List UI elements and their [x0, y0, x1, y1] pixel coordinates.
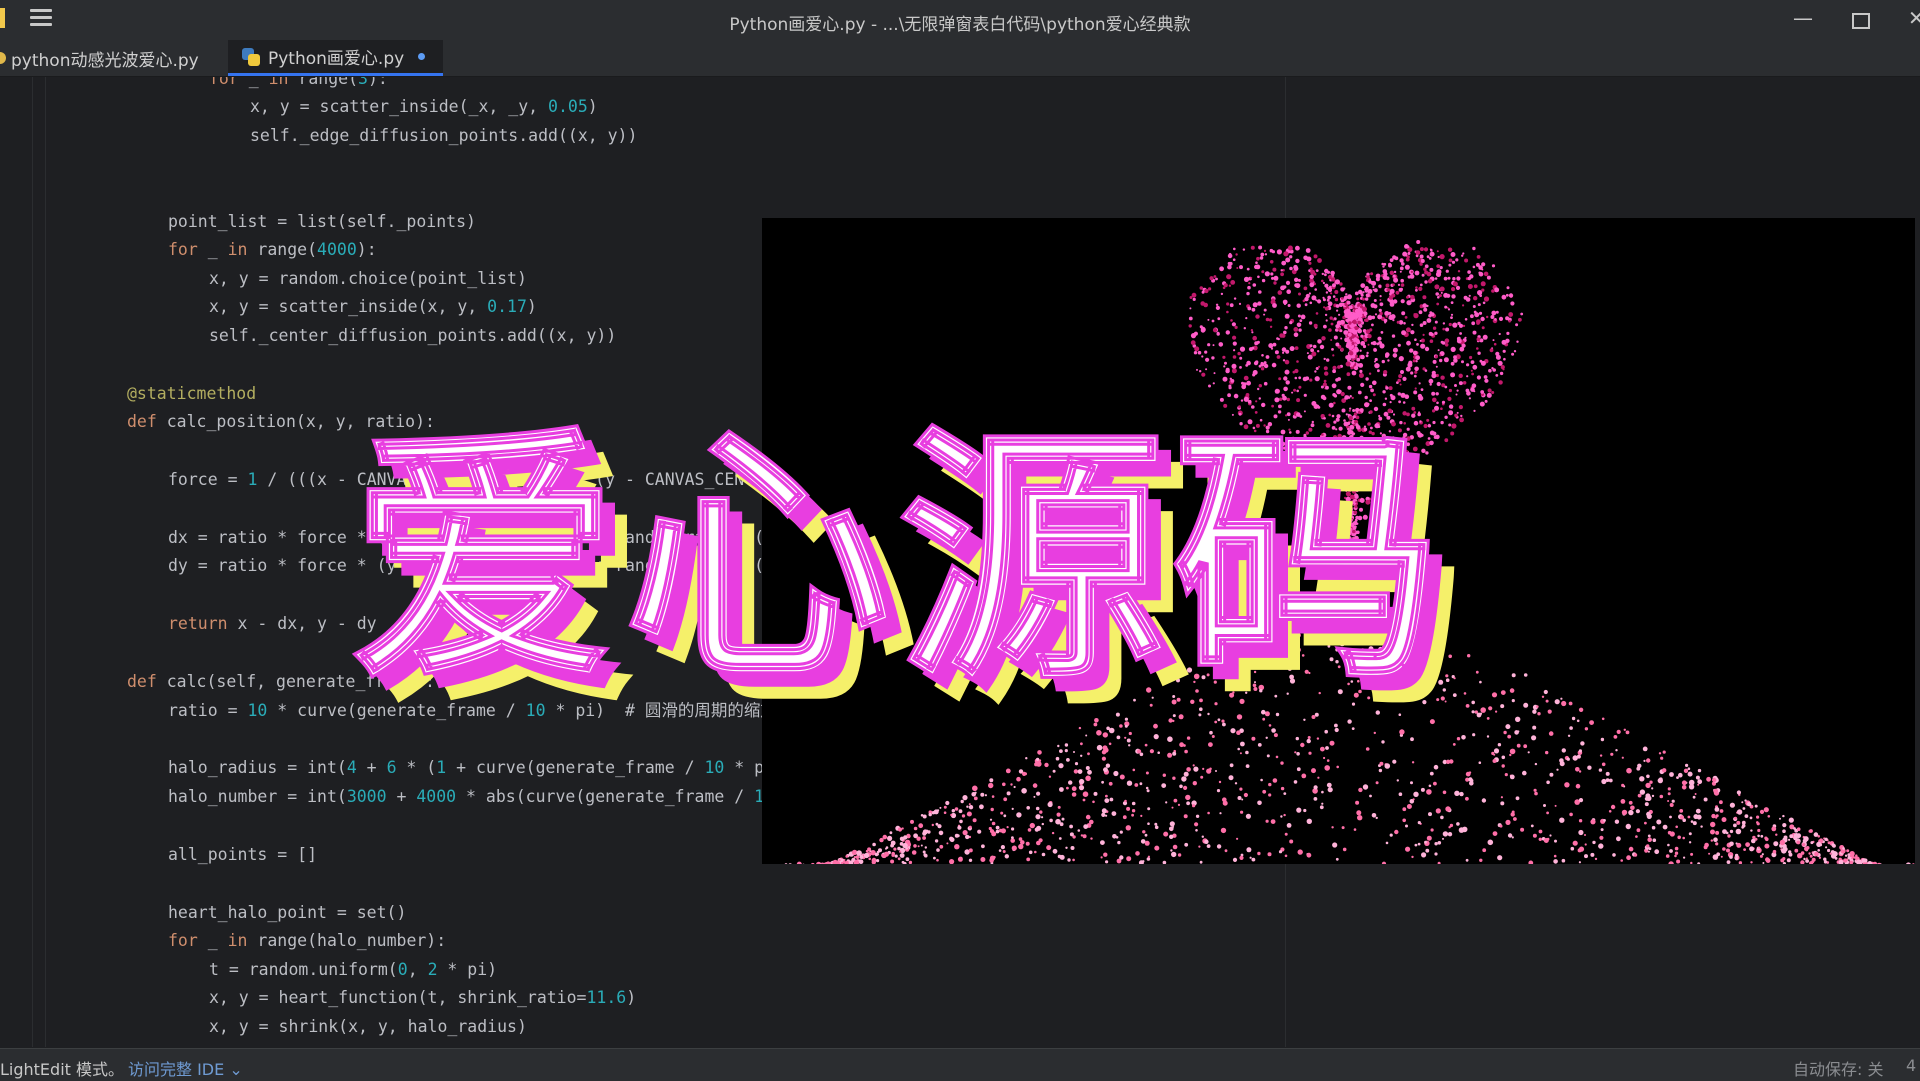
line-number-gutter	[0, 77, 33, 1047]
code-line: all_points = []	[168, 845, 317, 865]
indent-guide	[45, 77, 46, 1047]
overlay-title: 爱心源码 爱心源码 爱心源码	[360, 390, 1600, 730]
tab-label: Python画爱心.py	[268, 44, 404, 69]
code-line: for _ in range(4000):	[168, 240, 377, 260]
code-line: halo_radius = int(4 + 6 * (1 + curve(gen…	[168, 758, 774, 778]
code-line: return x - dx, y - dy	[168, 614, 377, 634]
python-file-icon	[242, 48, 260, 66]
code-line: point_list = list(self._points)	[168, 212, 476, 232]
code-line: heart_halo_point = set()	[168, 903, 406, 923]
open-full-ide-link[interactable]: 访问完整 IDE ⌄	[128, 1056, 243, 1080]
code-line: for _ in range(halo_number):	[168, 931, 446, 951]
tab-python-heart[interactable]: Python画爱心.py	[228, 40, 443, 76]
python-file-icon	[0, 52, 6, 64]
restore-button[interactable]	[1852, 13, 1870, 29]
tab-label: python动感光波爱心.py	[11, 46, 199, 71]
status-extra: 4	[1906, 1056, 1916, 1075]
lightedit-mode-label: LightEdit 模式。	[0, 1056, 124, 1080]
close-button[interactable]: ✕	[1908, 6, 1920, 30]
status-bar: LightEdit 模式。 访问完整 IDE ⌄ 自动保存: 关 4	[0, 1048, 1920, 1081]
code-line: for _ in range(3):	[209, 77, 388, 89]
code-line: x, y = random.choice(point_list)	[209, 269, 527, 289]
title-bar: Python画爱心.py - ...\无限弹窗表白代码\python爱心经典款 …	[0, 0, 1920, 40]
code-line: x, y = heart_function(t, shrink_ratio=11…	[209, 988, 636, 1008]
chevron-down-icon: ⌄	[229, 1060, 242, 1079]
minimize-button[interactable]: —	[1793, 6, 1813, 30]
code-line: self._center_diffusion_points.add((x, y)…	[209, 326, 616, 346]
window-title: Python画爱心.py - ...\无限弹窗表白代码\python爱心经典款	[0, 10, 1920, 35]
code-line: @staticmethod	[127, 384, 256, 404]
code-line: x, y = shrink(x, y, halo_radius)	[209, 1017, 527, 1037]
code-line: x, y = scatter_inside(_x, _y, 0.05)	[250, 97, 598, 117]
modified-indicator-icon	[418, 53, 425, 60]
editor-tab-bar: python动感光波爱心.py Python画爱心.py	[0, 40, 1920, 77]
code-line: self._edge_diffusion_points.add((x, y))	[250, 126, 637, 146]
code-line: t = random.uniform(0, 2 * pi)	[209, 960, 497, 980]
code-line: x, y = scatter_inside(x, y, 0.17)	[209, 297, 537, 317]
overlay-text-white: 爱心源码	[350, 404, 1446, 716]
overlay-title-graphic: 爱心源码 爱心源码 爱心源码	[360, 390, 1600, 730]
autosave-status[interactable]: 自动保存: 关	[1793, 1056, 1883, 1080]
code-line: halo_number = int(3000 + 4000 * abs(curv…	[168, 787, 774, 807]
tab-python-dynamic-heart[interactable]: python动感光波爱心.py	[0, 40, 199, 76]
